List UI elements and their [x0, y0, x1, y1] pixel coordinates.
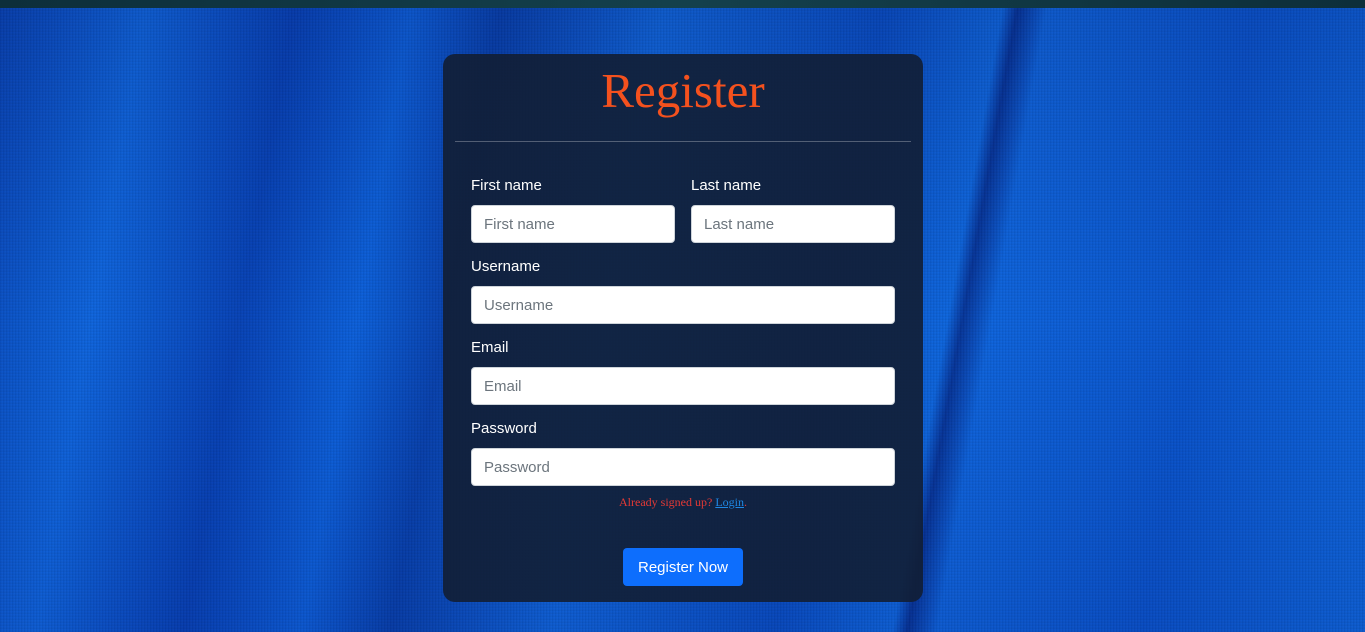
- title-divider: [455, 141, 911, 142]
- email-label: Email: [471, 339, 509, 356]
- email-group: Email: [471, 338, 895, 405]
- last-name-input[interactable]: [691, 205, 895, 243]
- username-group: Username: [471, 257, 895, 324]
- top-strip: [0, 0, 1365, 8]
- last-name-label: Last name: [691, 177, 762, 194]
- signin-prompt: Already signed up?: [619, 495, 716, 509]
- page-title: Register: [601, 63, 765, 118]
- first-name-input[interactable]: [471, 205, 675, 243]
- name-row: First name Last name: [471, 176, 895, 257]
- first-name-group: First name: [471, 176, 675, 243]
- password-input[interactable]: [471, 448, 895, 486]
- last-name-group: Last name: [691, 176, 895, 243]
- login-link[interactable]: Login: [715, 495, 744, 509]
- password-group: Password: [471, 419, 895, 486]
- first-name-label: First name: [471, 177, 542, 194]
- register-form: First name Last name Username Email Pass…: [471, 176, 895, 510]
- password-label: Password: [471, 420, 537, 437]
- signin-note: Already signed up? Login.: [471, 494, 895, 510]
- email-input[interactable]: [471, 367, 895, 405]
- signin-suffix: .: [743, 495, 747, 509]
- username-label: Username: [471, 258, 541, 275]
- register-card: Register First name Last name Username E…: [443, 54, 923, 602]
- username-input[interactable]: [471, 286, 895, 324]
- register-now-button[interactable]: Register Now: [623, 548, 743, 586]
